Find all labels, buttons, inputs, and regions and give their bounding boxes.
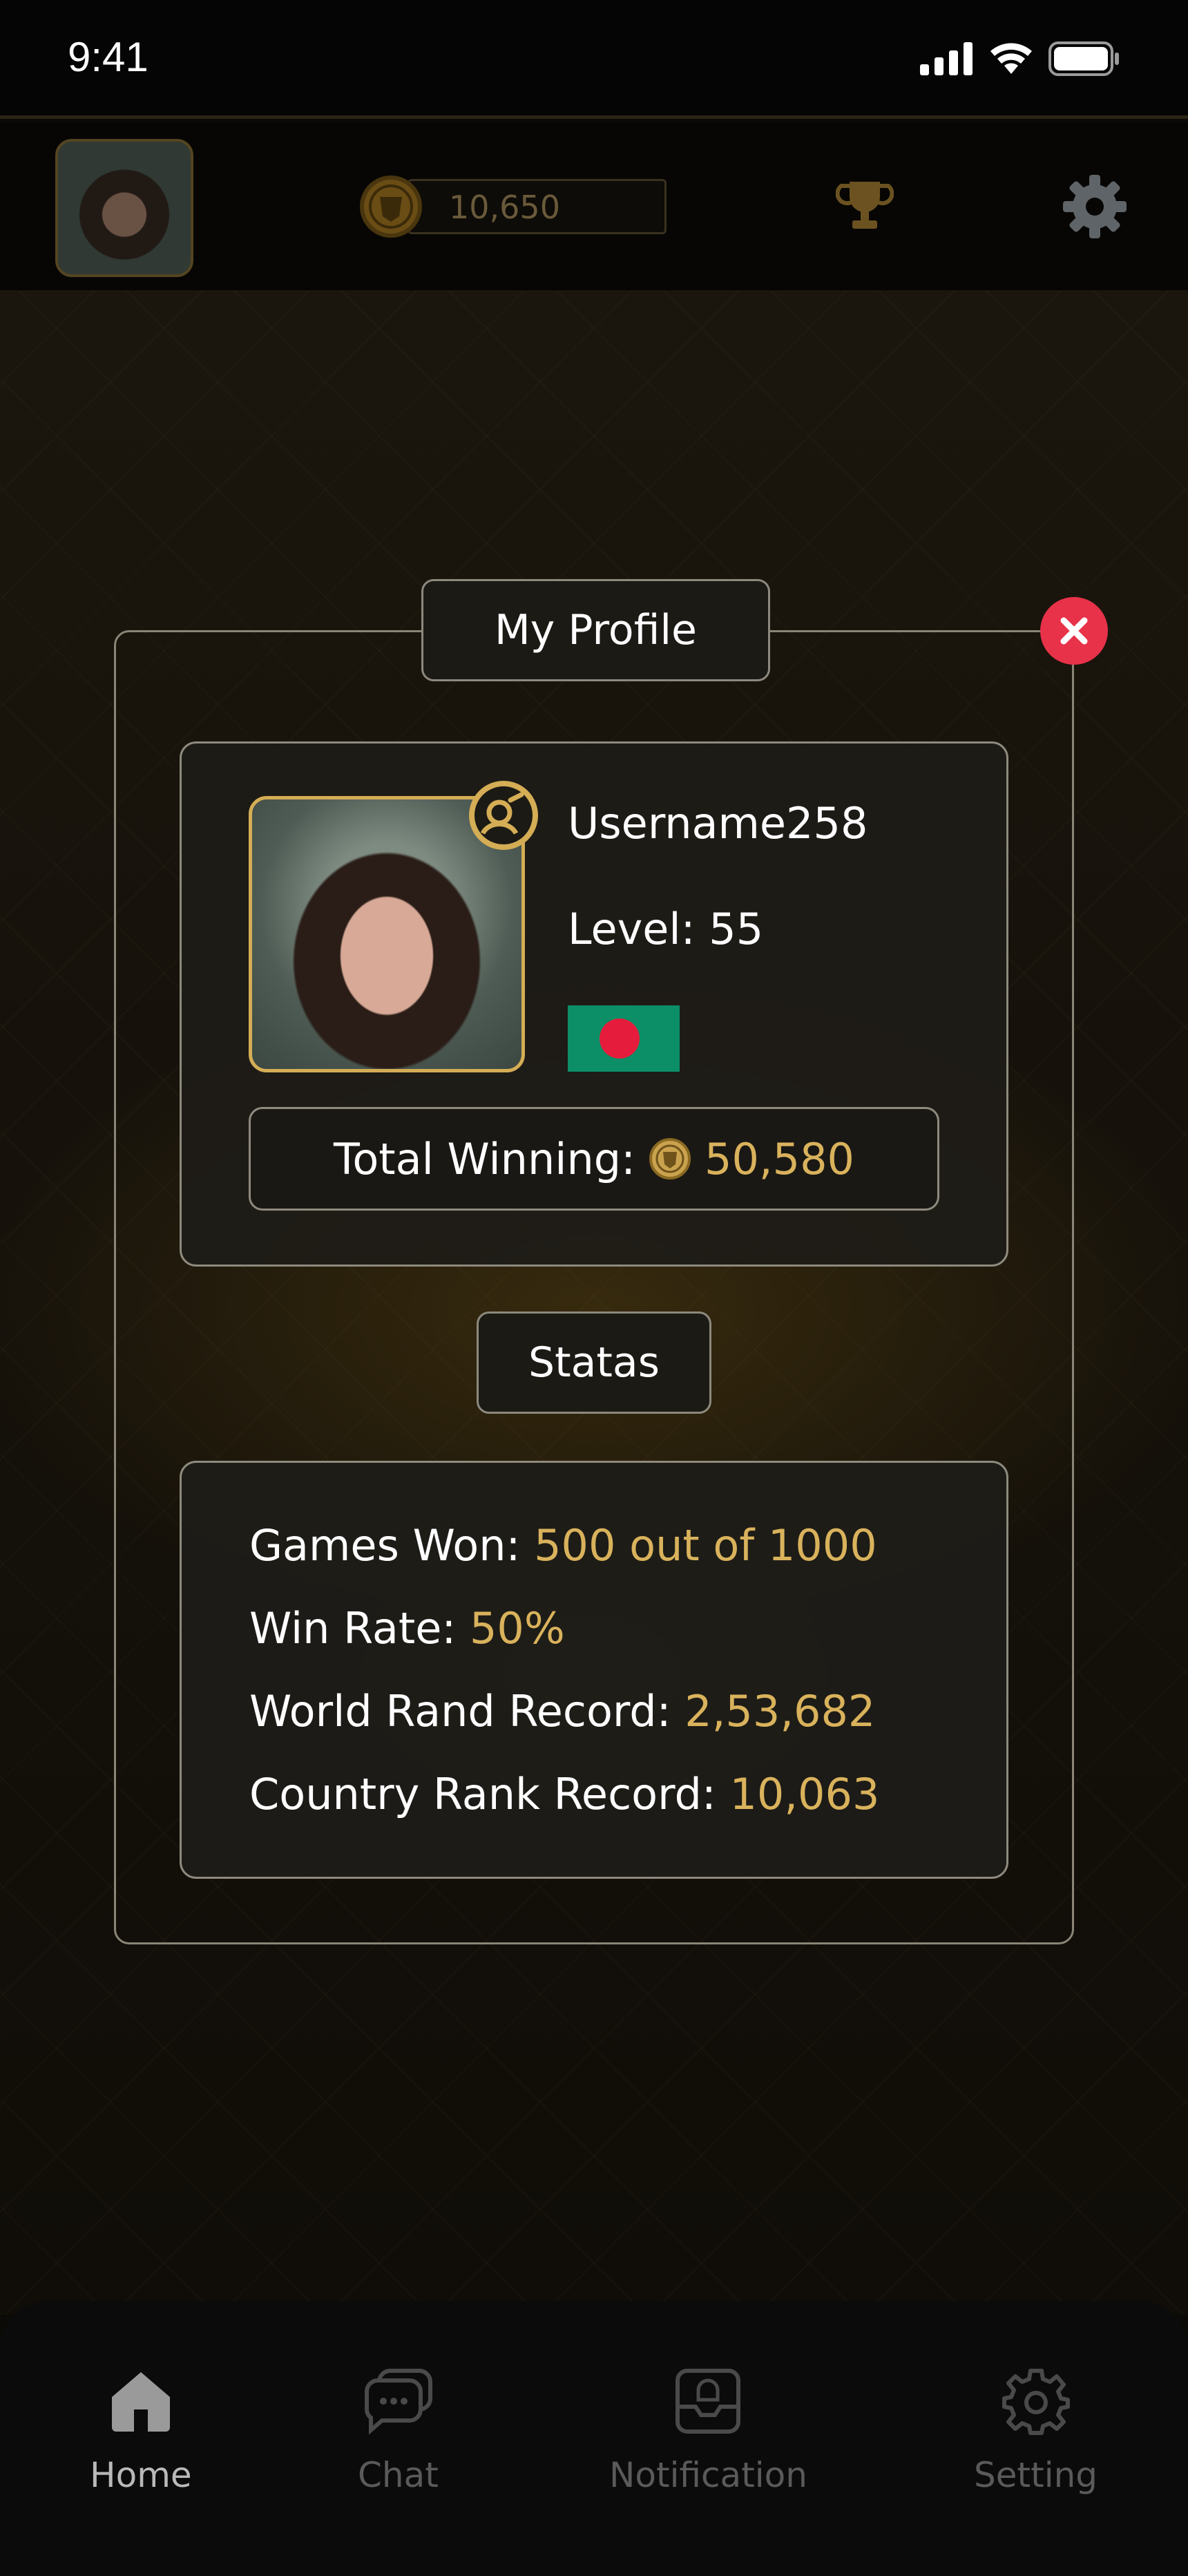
country-flag-icon: [568, 1005, 680, 1072]
coin-icon: [649, 1138, 691, 1180]
stat-value: 500 out of 1000: [534, 1520, 877, 1571]
status-time: 9:41: [68, 34, 148, 80]
profile-level: Level: 55: [568, 904, 764, 954]
total-winning-label: Total Winning:: [334, 1133, 636, 1184]
stat-country-rank: Country Rank Record: 10,063: [249, 1763, 1006, 1846]
profile-username: Username258: [568, 798, 868, 849]
stat-value: 50%: [469, 1603, 565, 1654]
signal-icon: [920, 42, 973, 75]
dialog-title: My Profile: [421, 579, 770, 681]
total-winning: Total Winning: 50,580: [249, 1107, 939, 1211]
stat-world-rank: World Rand Record: 2,53,682: [249, 1680, 1006, 1763]
nav-notification[interactable]: Notification: [609, 2367, 807, 2495]
settings-gear-icon[interactable]: [1060, 172, 1129, 241]
stat-win-rate: Win Rate: 50%: [249, 1598, 1006, 1680]
top-header: 10,650: [0, 122, 1188, 290]
nav-label: Setting: [974, 2455, 1098, 2495]
bottom-nav: Home Chat Notification Setting: [0, 2301, 1188, 2576]
stats-title: Statas: [477, 1311, 711, 1414]
stat-label: Games Won:: [249, 1520, 521, 1571]
coin-balance-value: 10,650: [449, 189, 560, 226]
chat-icon: [365, 2369, 433, 2435]
status-icons: [920, 41, 1120, 76]
wifi-icon: [990, 43, 1032, 74]
gear-icon: [1002, 2369, 1070, 2435]
close-button[interactable]: [1040, 597, 1108, 665]
header-avatar[interactable]: [55, 139, 193, 277]
nav-home[interactable]: Home: [90, 2367, 192, 2495]
edit-avatar-icon[interactable]: [468, 779, 539, 851]
nav-label: Chat: [358, 2455, 439, 2495]
coin-balance: 10,650: [359, 176, 667, 238]
status-bar: 9:41: [0, 0, 1188, 119]
stats-card: Games Won: 500 out of 1000 Win Rate: 50%…: [180, 1461, 1008, 1879]
nav-chat[interactable]: Chat: [358, 2367, 439, 2495]
total-winning-value: 50,580: [705, 1133, 854, 1184]
home-icon: [111, 2372, 170, 2432]
stat-value: 10,063: [729, 1769, 880, 1819]
stat-label: Win Rate:: [249, 1603, 457, 1654]
coin-icon: [360, 176, 422, 238]
trophy-icon[interactable]: [836, 176, 894, 234]
stat-label: World Rand Record:: [249, 1686, 671, 1736]
stat-label: Country Rank Record:: [249, 1769, 716, 1819]
close-icon: [1060, 617, 1088, 645]
nav-label: Home: [90, 2455, 192, 2495]
stat-value: 2,53,682: [684, 1686, 876, 1736]
nav-label: Notification: [609, 2455, 807, 2495]
notification-icon: [676, 2369, 741, 2434]
stat-games-won: Games Won: 500 out of 1000: [249, 1515, 1006, 1598]
nav-setting[interactable]: Setting: [974, 2367, 1098, 2495]
battery-icon: [1048, 41, 1119, 76]
